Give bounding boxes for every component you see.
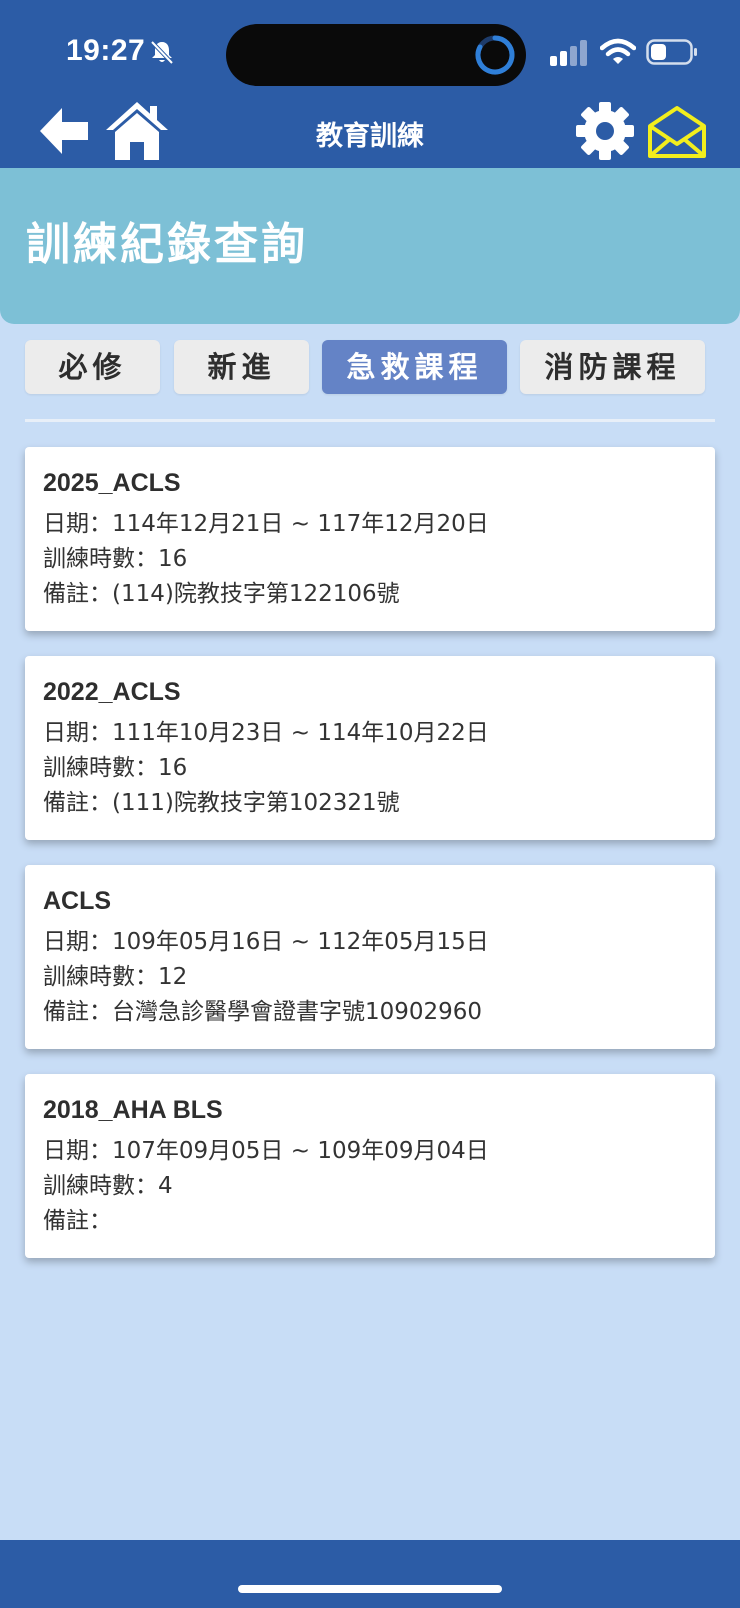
page-title: 訓練紀錄查詢 <box>26 219 308 270</box>
record-title: ACLS <box>43 887 112 915</box>
record-hours: 訓練時數：12 <box>43 964 188 990</box>
bell-muted-icon <box>150 40 174 65</box>
mail-icon[interactable] <box>646 104 708 160</box>
record-title: 2022_ACLS <box>43 678 181 706</box>
tab-first-aid[interactable]: 急救課程 <box>322 340 507 394</box>
record-card[interactable]: ACLS 日期：109年05月16日 ~ 112年05月15日 訓練時數：12 … <box>25 865 715 1049</box>
wifi-icon <box>600 38 636 64</box>
divider <box>25 419 715 422</box>
record-title: 2025_ACLS <box>43 469 181 497</box>
home-indicator[interactable] <box>238 1585 502 1593</box>
record-hours: 訓練時數：16 <box>43 755 188 781</box>
tab-required[interactable]: 必修 <box>25 340 160 394</box>
record-date: 日期：111年10月23日 ~ 114年10月22日 <box>43 720 489 746</box>
record-note: 備註：台灣急診醫學會證書字號10902960 <box>43 999 483 1025</box>
cellular-signal-icon <box>550 40 587 66</box>
record-date: 日期：107年09月05日 ~ 109年09月04日 <box>43 1138 489 1164</box>
page-header: 訓練紀錄查詢 <box>0 168 740 324</box>
tab-fire-safety[interactable]: 消防課程 <box>520 340 705 394</box>
back-arrow-icon[interactable] <box>32 100 94 162</box>
nav-title: 教育訓練 <box>316 121 424 152</box>
status-time: 19:27 <box>66 34 146 67</box>
record-date: 日期：109年05月16日 ~ 112年05月15日 <box>43 929 489 955</box>
record-note: 備註：(114)院教技字第122106號 <box>43 581 400 607</box>
home-icon[interactable] <box>104 98 170 164</box>
top-bar: 19:27 教育訓練 <box>0 0 740 168</box>
record-card[interactable]: 2022_ACLS 日期：111年10月23日 ~ 114年10月22日 訓練時… <box>25 656 715 840</box>
record-card[interactable]: 2018_AHA BLS 日期：107年09月05日 ~ 109年09月04日 … <box>25 1074 715 1258</box>
category-tabs: 必修 新進 急救課程 消防課程 <box>25 340 715 394</box>
record-date: 日期：114年12月21日 ~ 117年12月20日 <box>43 511 489 537</box>
tab-new-staff[interactable]: 新進 <box>174 340 309 394</box>
gear-icon[interactable] <box>574 100 636 162</box>
battery-icon <box>646 39 697 65</box>
record-hours: 訓練時數：4 <box>43 1173 173 1199</box>
record-list: 2025_ACLS 日期：114年12月21日 ~ 117年12月20日 訓練時… <box>25 447 715 1283</box>
record-hours: 訓練時數：16 <box>43 546 188 572</box>
record-title: 2018_AHA BLS <box>43 1096 223 1124</box>
record-card[interactable]: 2025_ACLS 日期：114年12月21日 ~ 117年12月20日 訓練時… <box>25 447 715 631</box>
activity-spinner-icon <box>475 35 515 75</box>
bottom-bar <box>0 1540 740 1608</box>
record-note: 備註：(111)院教技字第102321號 <box>43 790 400 816</box>
record-note: 備註： <box>43 1208 112 1234</box>
